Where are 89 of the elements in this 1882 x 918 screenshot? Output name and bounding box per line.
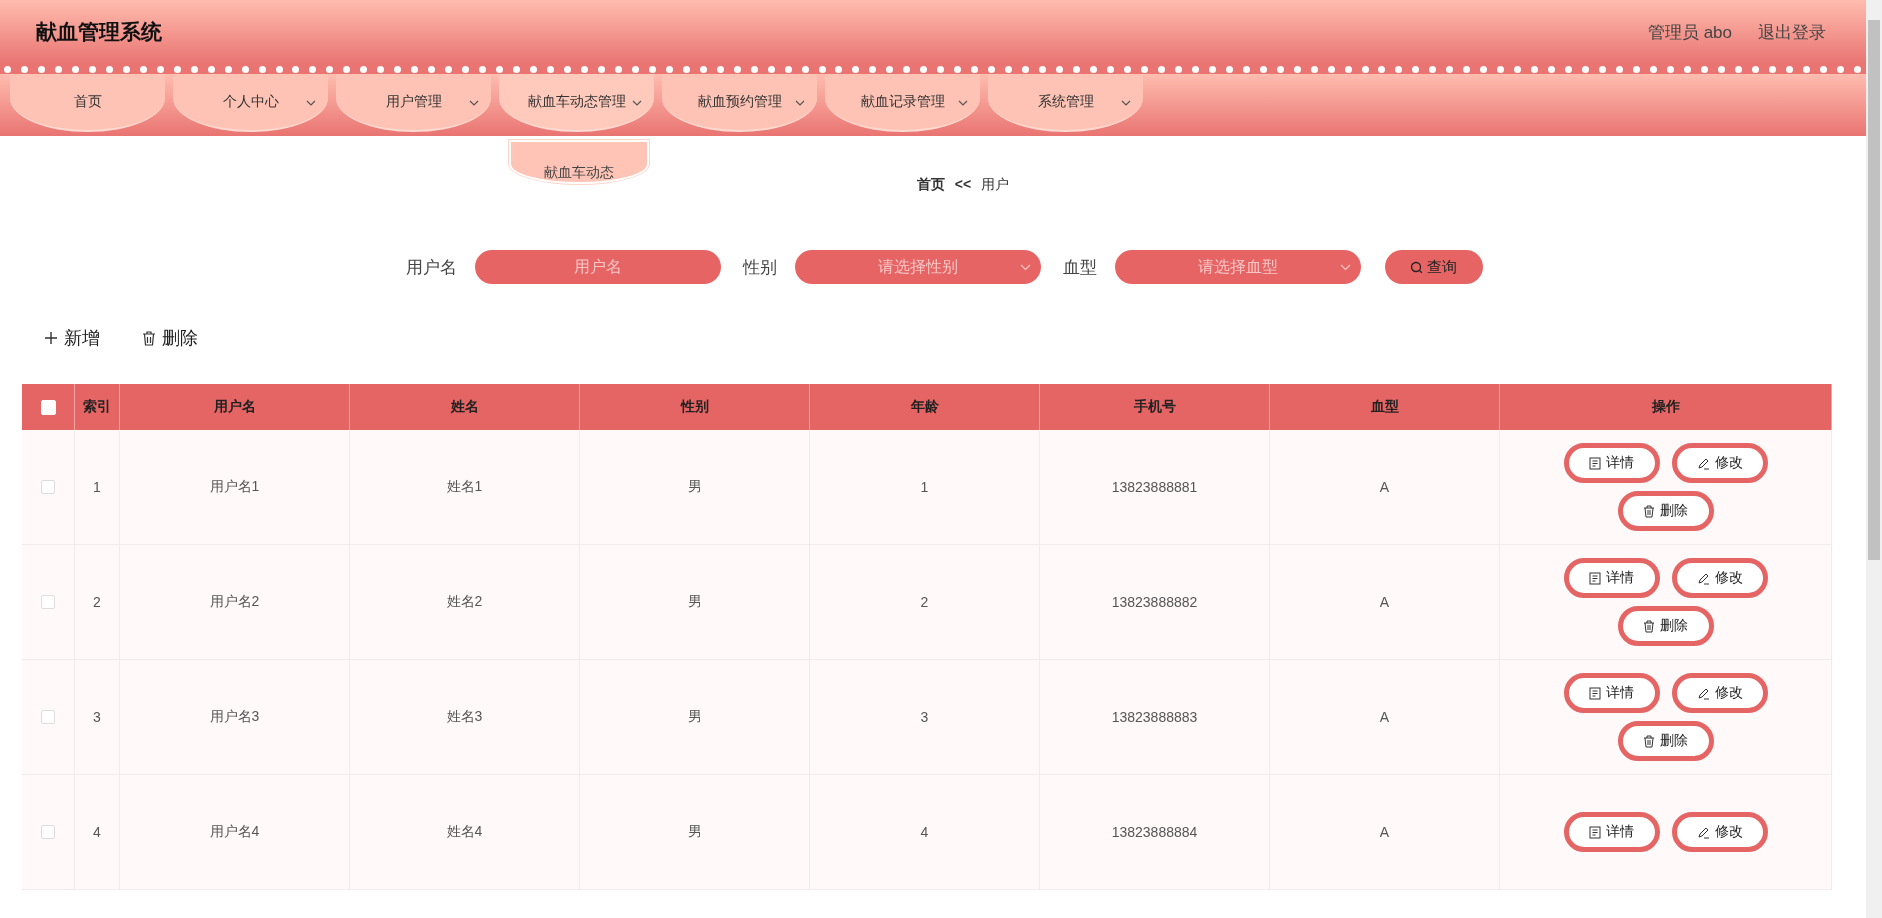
field-label: 血型 bbox=[1062, 256, 1097, 279]
table-cell: 用户名4 bbox=[120, 775, 350, 889]
delete-button[interactable]: 删除 bbox=[1617, 721, 1714, 761]
detail-button[interactable]: 详情 bbox=[1563, 812, 1660, 852]
table-cell: 13823888881 bbox=[1040, 430, 1270, 544]
caret-icon bbox=[958, 100, 968, 106]
table-cell: 姓名4 bbox=[350, 775, 580, 889]
trash-icon bbox=[1643, 619, 1655, 633]
pencil-icon bbox=[1696, 456, 1710, 470]
input-field[interactable]: 用户名 bbox=[474, 250, 721, 284]
document-icon bbox=[1589, 571, 1601, 585]
select-field[interactable]: 请选择性别 bbox=[794, 250, 1041, 284]
detail-button[interactable]: 详情 bbox=[1563, 558, 1660, 598]
detail-button[interactable]: 详情 bbox=[1563, 673, 1660, 713]
nav-item[interactable]: 用户管理 bbox=[336, 74, 491, 132]
table-cell: A bbox=[1270, 545, 1500, 659]
table-cell: 男 bbox=[580, 775, 810, 889]
checkbox[interactable] bbox=[41, 825, 55, 839]
table-cell: 用户名1 bbox=[120, 430, 350, 544]
logout-link[interactable]: 退出登录 bbox=[1758, 20, 1826, 44]
edit-button[interactable]: 修改 bbox=[1671, 558, 1768, 598]
trash-icon bbox=[1643, 734, 1655, 748]
table-cell: 用户名2 bbox=[120, 545, 350, 659]
select-field[interactable]: 请选择血型 bbox=[1114, 250, 1361, 284]
edit-button[interactable]: 修改 bbox=[1671, 443, 1768, 483]
field-label: 性别 bbox=[742, 256, 777, 279]
table-cell: 13823888884 bbox=[1040, 775, 1270, 889]
table-cell: 2 bbox=[75, 545, 120, 659]
field-label: 用户名 bbox=[405, 256, 457, 279]
caret-icon bbox=[469, 100, 479, 106]
nav-item[interactable]: 个人中心 bbox=[173, 74, 328, 132]
detail-button[interactable]: 详情 bbox=[1563, 443, 1660, 483]
table-cell: 4 bbox=[75, 775, 120, 889]
search-icon bbox=[1410, 260, 1423, 274]
search-button[interactable]: 查询 bbox=[1384, 250, 1483, 284]
breadcrumb-home[interactable]: 首页 bbox=[916, 176, 945, 194]
caret-icon bbox=[795, 100, 805, 106]
edit-button[interactable]: 修改 bbox=[1671, 673, 1768, 713]
table-cell: 1 bbox=[75, 430, 120, 544]
table-cell: 2 bbox=[810, 545, 1040, 659]
checkbox[interactable] bbox=[41, 480, 55, 494]
nav-item[interactable]: 献血记录管理 bbox=[825, 74, 980, 132]
document-icon bbox=[1589, 686, 1601, 700]
breadcrumb-separator: << bbox=[954, 176, 972, 194]
checkbox[interactable] bbox=[41, 595, 55, 609]
caret-icon bbox=[632, 100, 642, 106]
table-cell: 姓名1 bbox=[350, 430, 580, 544]
table-cell: 4 bbox=[810, 775, 1040, 889]
trash-icon bbox=[142, 330, 156, 346]
delete-button[interactable]: 删除 bbox=[1617, 491, 1714, 531]
table-cell: 用户名3 bbox=[120, 660, 350, 774]
table-cell: 男 bbox=[580, 660, 810, 774]
document-icon bbox=[1589, 825, 1601, 839]
user-label: 管理员 abo bbox=[1647, 21, 1732, 44]
nav-item[interactable]: 献血车动态管理 bbox=[499, 74, 654, 132]
table-cell: 男 bbox=[580, 545, 810, 659]
table-cell: 1 bbox=[810, 430, 1040, 544]
table-cell: A bbox=[1270, 660, 1500, 774]
table-cell: 3 bbox=[810, 660, 1040, 774]
checkbox[interactable] bbox=[41, 710, 55, 724]
pencil-icon bbox=[1696, 686, 1710, 700]
caret-icon bbox=[1121, 100, 1131, 106]
table-cell: 13823888883 bbox=[1040, 660, 1270, 774]
table-cell: A bbox=[1270, 430, 1500, 544]
table-cell: A bbox=[1270, 775, 1500, 889]
trash-icon bbox=[1643, 504, 1655, 518]
table-cell: 姓名3 bbox=[350, 660, 580, 774]
nav-item[interactable]: 系统管理 bbox=[988, 74, 1143, 132]
caret-icon bbox=[306, 100, 316, 106]
add-button[interactable]: 新增 bbox=[44, 326, 100, 350]
app-title: 献血管理系统 bbox=[36, 19, 162, 45]
table-cell: 男 bbox=[580, 430, 810, 544]
caret-icon bbox=[1019, 264, 1031, 271]
table-cell: 姓名2 bbox=[350, 545, 580, 659]
scrollbar[interactable] bbox=[1866, 0, 1882, 918]
submenu-item[interactable]: 献血车动态 bbox=[509, 140, 649, 184]
pencil-icon bbox=[1696, 825, 1710, 839]
delete-button[interactable]: 删除 bbox=[1617, 606, 1714, 646]
table-cell: 13823888882 bbox=[1040, 545, 1270, 659]
caret-icon bbox=[1339, 264, 1351, 271]
pencil-icon bbox=[1696, 571, 1710, 585]
nav-item[interactable]: 首页 bbox=[10, 74, 165, 132]
plus-icon bbox=[44, 331, 58, 345]
delete-button[interactable]: 删除 bbox=[142, 326, 198, 350]
table-cell: 3 bbox=[75, 660, 120, 774]
nav-item[interactable]: 献血预约管理 bbox=[662, 74, 817, 132]
document-icon bbox=[1589, 456, 1601, 470]
edit-button[interactable]: 修改 bbox=[1671, 812, 1768, 852]
breadcrumb-current: 用户 bbox=[981, 176, 1010, 194]
